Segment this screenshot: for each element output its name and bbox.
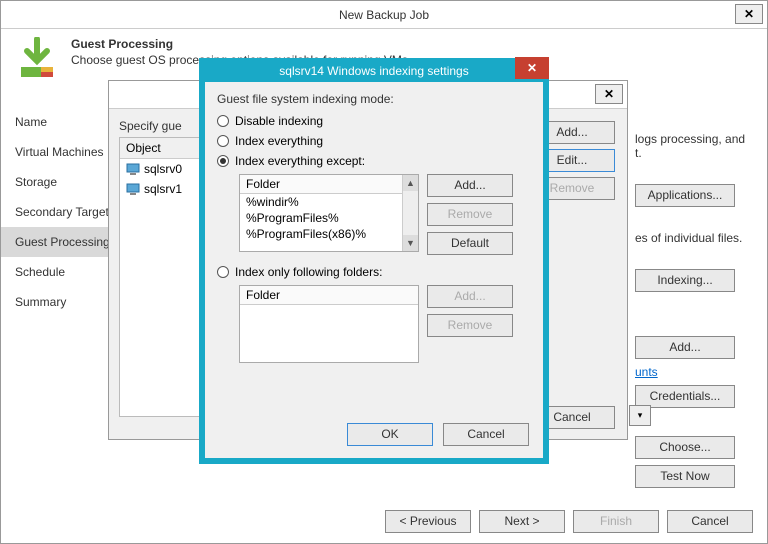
test-now-button[interactable]: Test Now [635,465,735,488]
vm-icon [126,182,140,196]
except-add-button[interactable]: Add... [427,174,513,197]
previous-button[interactable]: < Previous [385,510,471,533]
indexing-button[interactable]: Indexing... [635,269,735,292]
radio-icon [217,155,229,167]
right-panel: logs processing, and t. Applications... … [635,132,755,488]
folder-item[interactable]: %windir% [240,194,418,210]
folder-item[interactable]: %ProgramFiles(x86)% [240,226,418,242]
indexing-mode-label: Guest file system indexing mode: [217,92,531,106]
vm-icon [126,162,140,176]
finish-button: Finish [573,510,659,533]
radio-icon [217,115,229,127]
header-title: Guest Processing [71,37,411,51]
manage-accounts-link[interactable]: unts [635,365,658,379]
text-fragment-t: t. [635,146,755,160]
scrollbar[interactable]: ▲ ▼ [402,175,418,251]
wizard-cancel-button[interactable]: Cancel [667,510,753,533]
indexing-settings-dialog: sqlsrv14 Windows indexing settings ✕ Gue… [199,58,549,464]
radio-icon [217,266,229,278]
indexing-cancel-button[interactable]: Cancel [443,423,529,446]
only-add-button: Add... [427,285,513,308]
radio-label: Index everything except: [235,154,365,168]
indexing-ok-button[interactable]: OK [347,423,433,446]
radio-index-everything[interactable]: Index everything [217,134,531,148]
scroll-track[interactable] [403,191,418,235]
only-folder-list: Folder [239,285,419,363]
radio-disable-indexing[interactable]: Disable indexing [217,114,531,128]
radio-icon [217,135,229,147]
except-folder-list[interactable]: Folder %windir% %ProgramFiles% %ProgramF… [239,174,419,252]
main-window-title: New Backup Job [339,8,429,22]
next-button[interactable]: Next > [479,510,565,533]
radio-label: Index only following folders: [235,265,382,279]
guest-processing-icon [15,37,59,81]
main-close-button[interactable]: ✕ [735,4,763,24]
text-fragment-logs: logs processing, and [635,132,755,146]
radio-index-everything-except[interactable]: Index everything except: [217,154,531,168]
object-name: sqlsrv0 [144,162,182,176]
indexing-titlebar: sqlsrv14 Windows indexing settings ✕ [199,58,549,82]
objects-close-button[interactable]: ✕ [595,84,623,104]
wizard-footer: < Previous Next > Finish Cancel [385,510,753,533]
radio-label: Disable indexing [235,114,323,128]
except-default-button[interactable]: Default [427,232,513,255]
radio-label: Index everything [235,134,323,148]
text-fragment-files: es of individual files. [635,231,755,245]
object-name: sqlsrv1 [144,182,182,196]
radio-index-only-following[interactable]: Index only following folders: [217,265,531,279]
indexing-dialog-title: sqlsrv14 Windows indexing settings [279,64,468,78]
scroll-down-arrow[interactable]: ▼ [403,235,418,251]
credentials-dropdown-arrow[interactable]: ▾ [629,405,651,426]
choose-button[interactable]: Choose... [635,436,735,459]
main-titlebar: New Backup Job ✕ [1,1,767,29]
folder-list-header: Folder [240,175,418,194]
only-remove-button: Remove [427,314,513,337]
right-add-button[interactable]: Add... [635,336,735,359]
except-remove-button: Remove [427,203,513,226]
applications-button[interactable]: Applications... [635,184,735,207]
scroll-up-arrow[interactable]: ▲ [403,175,418,191]
indexing-close-button[interactable]: ✕ [515,57,549,79]
folder-list-header: Folder [240,286,418,305]
folder-item[interactable]: %ProgramFiles% [240,210,418,226]
